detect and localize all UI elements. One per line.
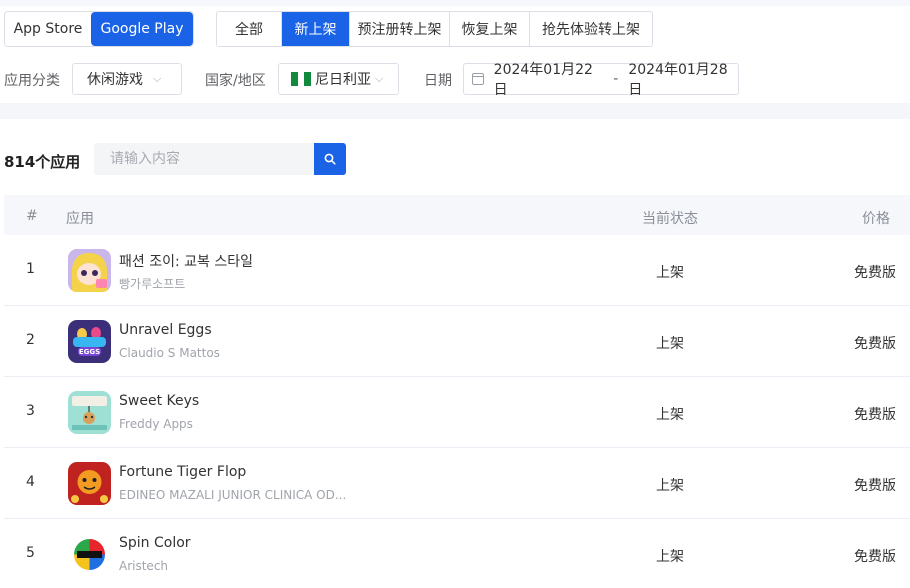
category-select[interactable]: 休闲游戏 ⌵ xyxy=(72,63,182,95)
result-count: 814个应用 xyxy=(4,153,81,171)
app-name[interactable]: Spin Color xyxy=(119,535,191,551)
app-developer: EDINEO MAZALI JUNIOR CLINICA OD... xyxy=(119,488,347,502)
app-icon[interactable]: EGGS xyxy=(68,320,111,363)
table-row[interactable]: 5 Spin Color Aristech 上架 免费版 xyxy=(4,519,910,588)
tab-new-listing[interactable]: 新上架 xyxy=(282,12,350,46)
status-text: 上架 xyxy=(656,407,684,423)
app-name[interactable]: Fortune Tiger Flop xyxy=(119,464,246,480)
table-row[interactable]: 4 Fortune Tiger Flop EDINEO MAZALI JUNIO… xyxy=(4,448,910,519)
app-icon[interactable] xyxy=(68,391,111,434)
app-developer: Freddy Apps xyxy=(119,417,193,431)
tab-early-access-to-listed[interactable]: 抢先体验转上架 xyxy=(530,12,652,46)
top-strip xyxy=(0,0,910,6)
app-name[interactable]: Unravel Eggs xyxy=(119,322,212,338)
price-text: 免费版 xyxy=(854,478,896,494)
search-icon xyxy=(324,153,336,165)
table-row[interactable]: 3 Sweet Keys Freddy Apps 上架 免费版 xyxy=(4,377,910,448)
chevron-down-icon: ⌵ xyxy=(153,72,162,85)
status-text: 上架 xyxy=(656,549,684,565)
app-icon[interactable] xyxy=(68,462,111,505)
row-rank: 2 xyxy=(26,332,35,348)
app-name[interactable]: Sweet Keys xyxy=(119,393,199,409)
listing-type-tabs: 全部 新上架 预注册转上架 恢复上架 抢先体验转上架 xyxy=(216,11,653,47)
date-end[interactable]: 2024年01月28日 xyxy=(628,59,738,99)
table-header: # 应用 当前状态 价格 xyxy=(4,195,910,235)
status-text: 上架 xyxy=(656,336,684,352)
svg-text:EGGS: EGGS xyxy=(79,348,100,356)
header-app: 应用 xyxy=(66,211,94,227)
status-text: 上架 xyxy=(656,478,684,494)
price-text: 免费版 xyxy=(854,336,896,352)
category-value: 休闲游戏 xyxy=(87,72,143,88)
category-label: 应用分类 xyxy=(4,73,60,89)
table-row[interactable]: 2 EGGS Unravel Eggs Claudio S Mattos 上架 … xyxy=(4,306,910,377)
date-range-picker[interactable]: 2024年01月22日 - 2024年01月28日 xyxy=(463,62,739,98)
status-text: 上架 xyxy=(656,265,684,281)
calendar-icon xyxy=(472,73,484,85)
search-input[interactable] xyxy=(94,143,314,175)
app-developer: 빵가루소프트 xyxy=(119,277,186,291)
row-rank: 4 xyxy=(26,474,35,490)
price-text: 免费版 xyxy=(854,265,896,281)
google-play-button[interactable]: Google Play xyxy=(91,12,193,46)
date-label: 日期 xyxy=(424,73,452,89)
price-text: 免费版 xyxy=(854,549,896,565)
table-row[interactable]: 1 패션 조이: 교복 스타일 빵가루소프트 上架 免费版 xyxy=(4,235,910,306)
header-rank: # xyxy=(26,208,38,224)
section-divider xyxy=(0,103,910,119)
date-separator: - xyxy=(613,71,619,87)
app-name[interactable]: 패션 조이: 교복 스타일 xyxy=(119,251,253,271)
tab-relisted[interactable]: 恢复上架 xyxy=(450,12,530,46)
tab-all[interactable]: 全部 xyxy=(217,12,282,46)
price-text: 免费版 xyxy=(854,407,896,423)
header-price: 价格 xyxy=(862,211,890,227)
row-rank: 5 xyxy=(26,545,35,561)
app-developer: Aristech xyxy=(119,559,169,573)
header-status: 当前状态 xyxy=(642,211,698,227)
country-value: 尼日利亚 xyxy=(315,72,371,88)
app-developer: Claudio S Mattos xyxy=(119,346,220,360)
store-toggle: App Store Google Play xyxy=(4,11,194,47)
app-store-button[interactable]: App Store xyxy=(5,12,91,46)
tab-preregister-to-listed[interactable]: 预注册转上架 xyxy=(350,12,450,46)
row-rank: 3 xyxy=(26,403,35,419)
date-start[interactable]: 2024年01月22日 xyxy=(494,59,604,99)
country-label: 国家/地区 xyxy=(205,73,266,89)
row-rank: 1 xyxy=(26,261,35,277)
search-button[interactable] xyxy=(314,143,346,175)
country-select[interactable]: 尼日利亚 ⌵ xyxy=(278,63,399,95)
nigeria-flag-icon xyxy=(291,72,312,86)
app-icon[interactable] xyxy=(68,249,111,292)
chevron-down-icon: ⌵ xyxy=(375,72,384,85)
app-icon[interactable] xyxy=(68,533,111,576)
